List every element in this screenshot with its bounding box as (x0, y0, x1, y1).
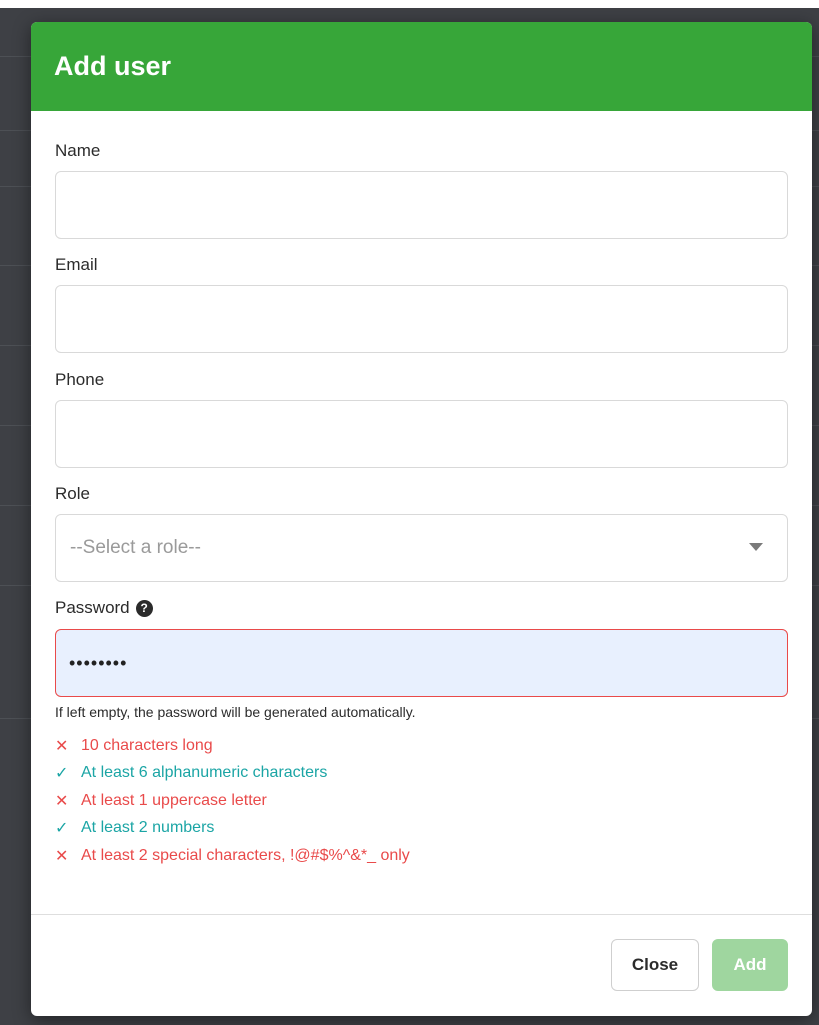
rule-text: At least 2 numbers (81, 819, 215, 837)
add-button[interactable]: Add (712, 939, 788, 991)
password-rule: ✕ 10 characters long (55, 732, 410, 760)
role-label: Role (55, 484, 90, 503)
password-rules-list: ✕ 10 characters long ✓ At least 6 alphan… (55, 732, 410, 870)
password-rule: ✕ At least 1 uppercase letter (55, 787, 410, 815)
password-hint: If left empty, the password will be gene… (55, 704, 416, 720)
question-circle-icon[interactable]: ? (135, 599, 153, 617)
name-input[interactable] (55, 171, 788, 239)
password-rule: ✕ At least 2 special characters, !@#$%^&… (55, 842, 410, 870)
phone-label: Phone (55, 370, 105, 389)
dialog-footer: Close Add (31, 914, 812, 1016)
rule-status-icon: ✓ (55, 765, 69, 783)
rule-text: 10 characters long (81, 736, 213, 754)
rule-text: At least 6 alphanumeric characters (81, 764, 328, 782)
rule-status-icon: ✕ (55, 847, 69, 865)
rule-text: At least 1 uppercase letter (81, 791, 267, 809)
dialog-title: Add user (54, 51, 172, 81)
rule-status-icon: ✕ (55, 737, 69, 755)
password-rule: ✓ At least 2 numbers (55, 815, 410, 843)
password-label-row: Password ? (55, 598, 153, 618)
dialog-header: Add user (31, 22, 812, 111)
rule-text: At least 2 special characters, !@#$%^&*_… (81, 846, 410, 864)
rule-status-icon: ✓ (55, 820, 69, 838)
add-user-dialog: Add user Name Email Phone Role --Select … (31, 22, 812, 1016)
close-button[interactable]: Close (611, 939, 699, 991)
password-input[interactable]: •••••••• (55, 629, 788, 697)
role-select-placeholder: --Select a role-- (70, 537, 201, 558)
rule-status-icon: ✕ (55, 792, 69, 810)
email-input[interactable] (55, 285, 788, 353)
email-label: Email (55, 255, 98, 274)
chevron-down-icon (749, 543, 763, 551)
role-select[interactable]: --Select a role-- (55, 514, 788, 582)
password-rule: ✓ At least 6 alphanumeric characters (55, 760, 410, 788)
phone-input[interactable] (55, 400, 788, 468)
backdrop-topbar (0, 0, 819, 8)
password-masked-value: •••••••• (69, 652, 128, 673)
password-label: Password (55, 598, 130, 617)
name-label: Name (55, 141, 101, 160)
